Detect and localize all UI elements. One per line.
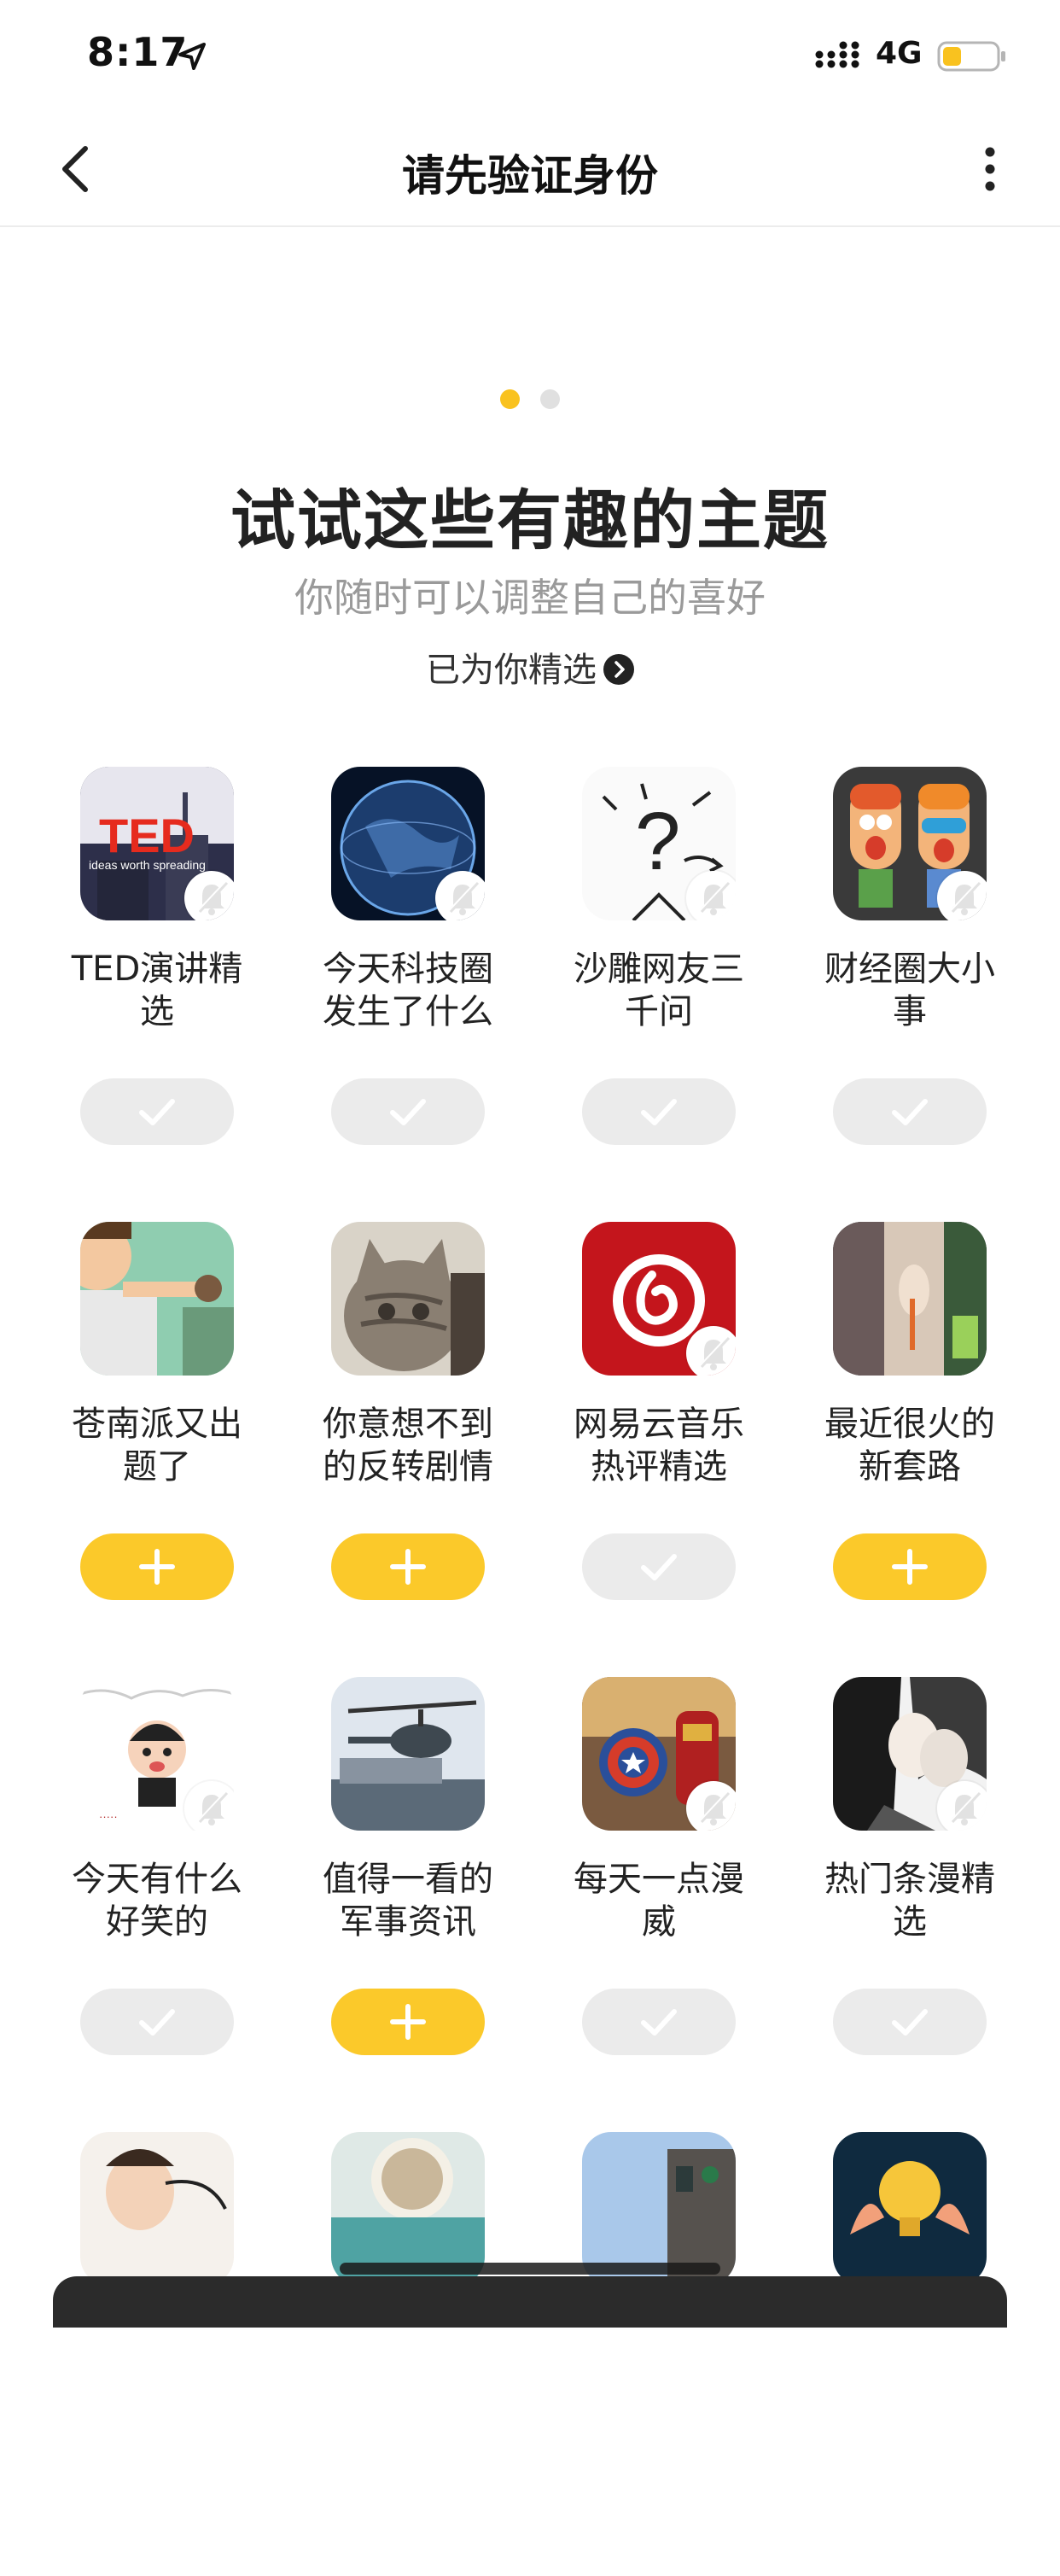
- more-vertical-icon[interactable]: [973, 142, 1007, 196]
- subscribed-button[interactable]: [582, 1078, 736, 1145]
- topic-thumbnail[interactable]: [833, 2132, 987, 2286]
- topic-name: 值得一看的 军事资讯: [323, 1860, 493, 1942]
- topic-name: 网易云音乐 热评精选: [574, 1405, 744, 1487]
- topic-name: 今天有什么 好笑的: [72, 1860, 242, 1942]
- home-indicator[interactable]: [340, 2263, 720, 2275]
- bell-off-icon: [686, 1326, 736, 1376]
- chevron-right-circle-icon: [603, 654, 634, 685]
- status-bar: 8:17 4G: [0, 0, 1060, 113]
- topic-name: 苍南派又出 题了: [72, 1405, 242, 1487]
- page-title: 请先验证身份: [402, 151, 658, 201]
- topics-title: 试试这些有趣的主题: [230, 482, 830, 558]
- svg-text:ideas worth spreading: ideas worth spreading: [89, 858, 206, 872]
- subscribed-button[interactable]: [833, 1078, 987, 1145]
- topic-thumbnail[interactable]: [582, 1222, 736, 1376]
- bell-off-icon: [937, 1781, 987, 1831]
- topic-thumbnail[interactable]: TED ideas worth spreading: [80, 767, 234, 920]
- topic-name: TED演讲精 选: [71, 949, 243, 1031]
- subscribe-button[interactable]: [331, 1533, 485, 1600]
- selected-for-you-label: 已为你精选: [426, 651, 597, 690]
- topic-thumbnail[interactable]: [80, 1222, 234, 1376]
- topic-card[interactable]: [533, 2132, 784, 2576]
- topic-card[interactable]: 你意想不到 的反转剧情: [282, 1222, 533, 1666]
- nav-bar: 请先验证身份: [0, 113, 1060, 227]
- topic-thumbnail[interactable]: [833, 1677, 987, 1831]
- battery-icon: [937, 41, 1005, 72]
- location-arrow-icon: [178, 43, 206, 70]
- bell-off-icon: [435, 871, 485, 920]
- topic-name: 热门条漫精 选: [824, 1860, 995, 1942]
- topic-card[interactable]: TED ideas worth spreading TED演讲精 选: [32, 767, 282, 1211]
- bell-off-icon: [184, 871, 234, 920]
- subscribed-button[interactable]: [582, 1533, 736, 1600]
- subscribed-button[interactable]: [331, 1078, 485, 1145]
- topic-thumbnail[interactable]: ·····: [80, 1677, 234, 1831]
- subscribe-button[interactable]: [80, 1533, 234, 1600]
- network-type: 4G: [876, 36, 923, 71]
- topic-name: 每天一点漫 威: [574, 1860, 744, 1942]
- subscribed-button[interactable]: [582, 1989, 736, 2055]
- topic-name: 财经圈大小 事: [824, 949, 995, 1031]
- bottom-sheet-edge: [53, 2276, 1007, 2328]
- topic-thumbnail[interactable]: ?: [582, 767, 736, 920]
- topic-card[interactable]: 每天一点漫 威: [533, 1677, 784, 2121]
- subscribe-button[interactable]: [833, 1533, 987, 1600]
- topic-thumbnail[interactable]: [582, 1677, 736, 1831]
- topic-thumbnail[interactable]: [331, 1222, 485, 1376]
- topic-thumbnail[interactable]: [331, 1677, 485, 1831]
- topics-subtitle: 你随时可以调整自己的喜好: [294, 575, 766, 621]
- page-dot-active: [500, 389, 520, 409]
- topic-card[interactable]: [282, 2132, 533, 2576]
- topic-card[interactable]: 今天科技圈 发生了什么: [282, 767, 533, 1211]
- topic-card[interactable]: 苍南派又出 题了: [32, 1222, 282, 1666]
- topic-thumbnail[interactable]: [833, 767, 987, 920]
- topic-name: 沙雕网友三 千问: [574, 949, 744, 1031]
- topic-name: 你意想不到 的反转剧情: [323, 1405, 493, 1487]
- topic-thumbnail[interactable]: [80, 2132, 234, 2286]
- topic-card[interactable]: [784, 2132, 1035, 2576]
- topic-thumbnail[interactable]: [331, 767, 485, 920]
- topic-card[interactable]: 网易云音乐 热评精选: [533, 1222, 784, 1666]
- topic-name: 今天科技圈 发生了什么: [323, 949, 493, 1031]
- topic-card[interactable]: 最近很火的 新套路: [784, 1222, 1035, 1666]
- bell-off-icon: [686, 871, 736, 920]
- svg-text:?: ?: [635, 796, 680, 887]
- bell-off-icon: [686, 1781, 736, 1831]
- signal-icon: [815, 41, 859, 68]
- subscribe-button[interactable]: [331, 1989, 485, 2055]
- svg-text:TED: TED: [99, 809, 195, 862]
- bell-off-icon: [937, 871, 987, 920]
- topic-card[interactable]: 热门条漫精 选: [784, 1677, 1035, 2121]
- topic-name: 最近很火的 新套路: [824, 1405, 995, 1487]
- topic-card[interactable]: [32, 2132, 282, 2576]
- topic-card[interactable]: ····· 今天有什么 好笑的: [32, 1677, 282, 2121]
- subscribed-button[interactable]: [80, 1078, 234, 1145]
- status-time: 8:17: [87, 29, 189, 75]
- page-dot: [540, 389, 560, 409]
- topic-card[interactable]: ? 沙雕网友三 千问: [533, 767, 784, 1211]
- subscribed-button[interactable]: [833, 1989, 987, 2055]
- svg-text:·····: ·····: [99, 1810, 118, 1823]
- subscribed-button[interactable]: [80, 1989, 234, 2055]
- topic-card[interactable]: 值得一看的 军事资讯: [282, 1677, 533, 2121]
- topic-card[interactable]: 财经圈大小 事: [784, 767, 1035, 1211]
- page-indicator: [0, 389, 1060, 410]
- selected-for-you-link[interactable]: 已为你精选: [0, 642, 1060, 692]
- bell-off-icon: [184, 1781, 234, 1831]
- topic-thumbnail[interactable]: [833, 1222, 987, 1376]
